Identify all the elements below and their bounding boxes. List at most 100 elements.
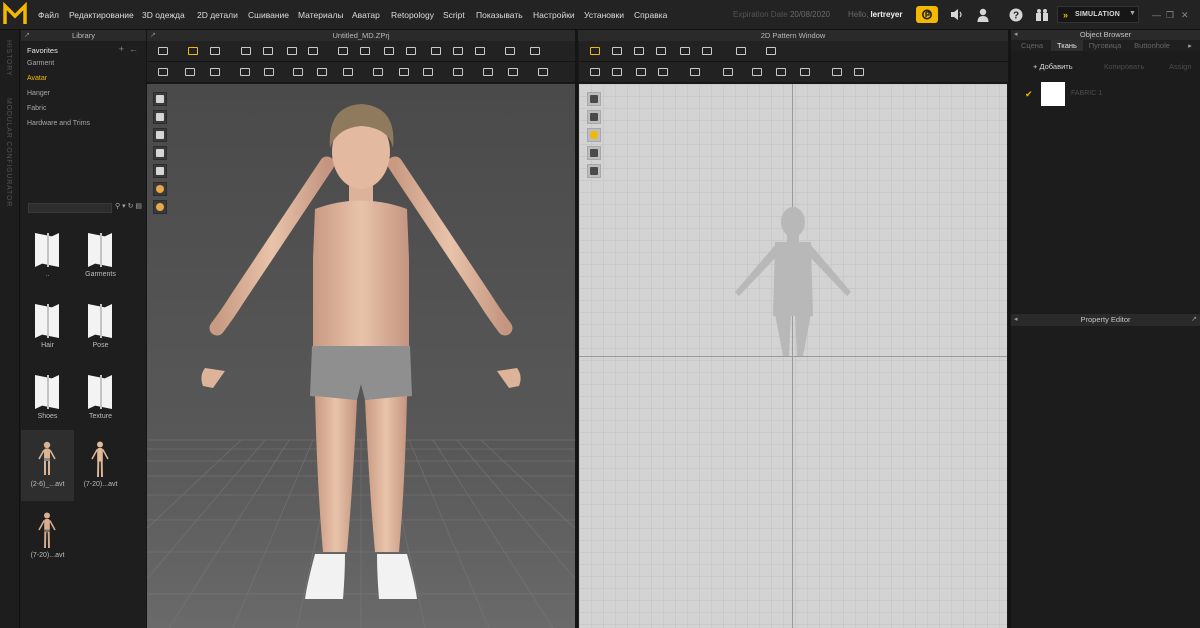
fold-icon[interactable] <box>657 66 670 79</box>
app-logo[interactable] <box>2 1 28 28</box>
assign-fabric-button[interactable]: Assign <box>1169 61 1192 73</box>
rectangle-icon[interactable] <box>679 45 692 58</box>
transform-pattern-icon[interactable] <box>589 45 602 58</box>
avatar-select-icon[interactable] <box>157 66 170 79</box>
align-icon[interactable] <box>537 66 550 79</box>
menu-preferences[interactable]: Установки <box>584 10 624 20</box>
segment-sewing-icon[interactable] <box>735 45 748 58</box>
gift-icon[interactable] <box>1035 8 1049 23</box>
wire-view-icon[interactable] <box>153 200 167 214</box>
menu-retopology[interactable]: Retopology <box>391 10 434 20</box>
expand-icon[interactable]: ◂ <box>1014 314 1018 326</box>
copy-pattern-icon[interactable] <box>587 146 601 160</box>
puckering-icon[interactable] <box>482 66 495 79</box>
texture-edit-icon[interactable] <box>342 66 355 79</box>
refresh-icon[interactable]: ↻ <box>128 203 134 210</box>
seam-allowance-icon[interactable] <box>689 66 702 79</box>
library-item-fabric[interactable]: Fabric <box>27 105 46 112</box>
pattern-view-icon[interactable] <box>153 146 167 160</box>
menu-file[interactable]: Файл <box>38 10 59 20</box>
shirt-icon[interactable] <box>452 45 465 58</box>
grading-icon[interactable] <box>722 66 735 79</box>
free-sewing-icon[interactable] <box>765 45 778 58</box>
library-folder-hair[interactable]: Hair <box>21 291 74 362</box>
arrangement-icon[interactable] <box>209 66 222 79</box>
texture-view-icon[interactable] <box>153 110 167 124</box>
edit-avatar-icon[interactable] <box>184 66 197 79</box>
library-folder-garments[interactable]: Garments <box>74 220 127 291</box>
transform-icon[interactable] <box>187 45 200 58</box>
fitting-suit-icon[interactable] <box>239 66 252 79</box>
expand-icon[interactable]: ◂ <box>1014 30 1018 40</box>
back-icon[interactable]: ← <box>129 44 138 54</box>
menu-2d-pattern[interactable]: 2D детали <box>197 10 238 20</box>
menu-avatar[interactable]: Аватар <box>352 10 380 20</box>
library-folder-pose[interactable]: Pose <box>74 291 127 362</box>
menu-display[interactable]: Показывать <box>476 10 523 20</box>
library-avatar-7-20-b[interactable]: (7-20)...avt <box>21 501 74 572</box>
menu-sewing[interactable]: Сшивание <box>248 10 289 20</box>
library-item-hanger[interactable]: Hanger <box>27 90 50 97</box>
fabric-grain-icon[interactable] <box>799 66 812 79</box>
library-folder-texture[interactable]: Texture <box>74 362 127 433</box>
layer-icon[interactable] <box>587 164 601 178</box>
copy-fabric-button[interactable]: Копировать <box>1104 61 1144 73</box>
tab-button[interactable]: Пуговица <box>1084 40 1126 51</box>
gradient-icon[interactable] <box>422 66 435 79</box>
library-item-avatar[interactable]: Avatar <box>27 75 47 82</box>
tab-fabric[interactable]: Ткань <box>1051 40 1083 51</box>
menu-settings[interactable]: Настройки <box>533 10 575 20</box>
menu-edit[interactable]: Редактирование <box>69 10 134 20</box>
button-tool-icon[interactable] <box>529 45 542 58</box>
cloud-icon[interactable] <box>916 6 938 23</box>
dashed-line-icon[interactable] <box>853 66 866 79</box>
undock-icon[interactable]: ↗ <box>24 30 30 41</box>
edit-pen-icon[interactable] <box>383 45 396 58</box>
library-item-hardware[interactable]: Hardware and Trims <box>27 120 90 127</box>
skin-view-icon[interactable] <box>153 182 167 196</box>
select-mesh-icon[interactable] <box>209 45 222 58</box>
select-move-icon[interactable] <box>157 45 170 58</box>
undock-icon[interactable]: ↗ <box>1191 314 1197 326</box>
fabric-swatch[interactable] <box>1041 82 1065 106</box>
library-item-garment[interactable]: Garment <box>27 60 54 67</box>
help-icon[interactable]: ? <box>1009 8 1023 24</box>
skeleton-icon[interactable] <box>263 66 276 79</box>
library-folder-up[interactable]: .. <box>21 220 74 291</box>
fabric-name[interactable]: FABRIC 1 <box>1071 90 1102 97</box>
library-avatar-7-20[interactable]: (7-20)...avt <box>74 430 127 501</box>
menu-script[interactable]: Script <box>443 10 465 20</box>
garment-view-icon[interactable] <box>153 92 167 106</box>
reshape-icon[interactable] <box>430 45 443 58</box>
trim-icon[interactable] <box>398 66 411 79</box>
panel-divider[interactable] <box>575 30 578 628</box>
edit-point-icon[interactable] <box>611 45 624 58</box>
viewport-2d[interactable] <box>579 84 1007 628</box>
edit-pattern-icon[interactable] <box>587 92 601 106</box>
trace-icon[interactable] <box>589 66 602 79</box>
tabs-scroll-right-icon[interactable]: ▸ <box>1183 40 1197 51</box>
line-2d-icon[interactable] <box>831 66 844 79</box>
tab-modular-configurator[interactable]: MODULAR CONFIGURATOR <box>5 98 12 207</box>
chevron-down-icon[interactable]: ▾ <box>122 203 126 210</box>
polygon-icon[interactable] <box>655 45 668 58</box>
strengthen-icon[interactable] <box>307 45 320 58</box>
add-favorite-icon[interactable]: + <box>119 44 124 54</box>
pen-icon[interactable] <box>359 45 372 58</box>
line-icon[interactable] <box>507 66 520 79</box>
library-avatar-2-6[interactable]: (2-6)_...avt <box>21 430 74 501</box>
pin-icon[interactable] <box>286 45 299 58</box>
circle-icon[interactable] <box>701 45 714 58</box>
menu-help[interactable]: Справка <box>634 10 667 20</box>
user-icon[interactable] <box>977 8 989 24</box>
dart-icon[interactable] <box>611 66 624 79</box>
minimize-icon[interactable]: — <box>1152 10 1161 20</box>
measure-icon[interactable] <box>337 45 350 58</box>
tab-history[interactable]: HISTORY <box>5 40 12 76</box>
viewport-3d[interactable] <box>147 84 575 628</box>
zipper-icon[interactable] <box>504 45 517 58</box>
tack-icon[interactable] <box>262 45 275 58</box>
curve-point-icon[interactable] <box>633 45 646 58</box>
restore-icon[interactable]: ❐ <box>1166 10 1174 21</box>
pattern-transform-icon[interactable] <box>587 110 601 124</box>
